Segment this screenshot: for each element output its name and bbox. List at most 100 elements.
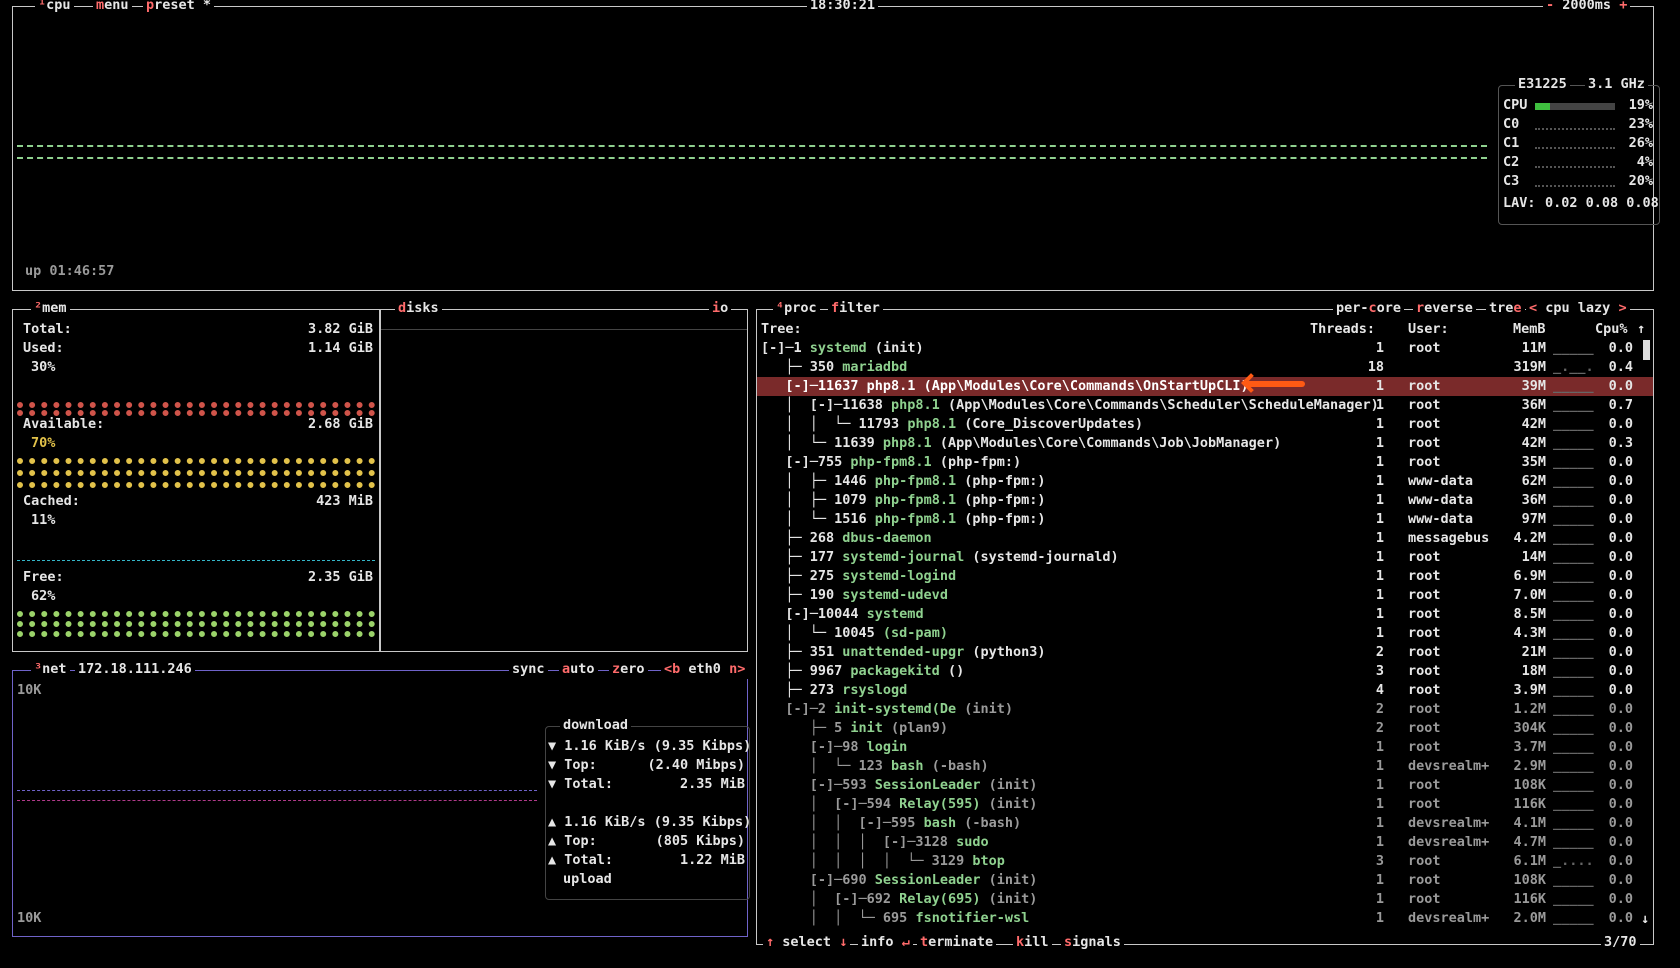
process-row[interactable]: [-]─2 init-systemd(De (init) 2 root 1.2M ___… bbox=[757, 700, 1653, 719]
process-row[interactable]: ├─ 273 rsyslogd 4 root 3.9M _____ 0.0 bbox=[757, 681, 1653, 700]
refresh-decrease[interactable]: - bbox=[1546, 0, 1554, 13]
process-row[interactable]: ├─ 177 systemd-journal (systemd-journald… bbox=[757, 548, 1653, 567]
process-row[interactable]: │ │ [-]─595 bash (-bash) 1 devsrealm+ 4.1M _… bbox=[757, 814, 1653, 833]
net-sync-toggle[interactable]: sync bbox=[509, 660, 548, 679]
process-tree-cell: ├─ 268 dbus-daemon bbox=[761, 529, 931, 548]
process-row[interactable]: │ └─ 1516 php-fpm8.1 (php-fpm:) 1 www-data… bbox=[757, 510, 1653, 529]
process-row[interactable]: [-]─593 SessionLeader (init) 1 root 108K ___… bbox=[757, 776, 1653, 795]
process-row[interactable]: │ │ │ │ └─ 3129 btop 3 root 6.1M _.... 0.0 bbox=[757, 852, 1653, 871]
process-threads: 1 bbox=[1375, 739, 1384, 755]
tree-toggle[interactable]: tree bbox=[1486, 299, 1525, 318]
cpu-model: E31225 bbox=[1515, 75, 1570, 94]
refresh-increase[interactable]: + bbox=[1619, 0, 1627, 13]
process-spark: _____ bbox=[1553, 910, 1594, 926]
process-row[interactable]: │ [-]─11638 php8.1 (App\Modules\Core\Com… bbox=[757, 396, 1653, 415]
interface-next[interactable]: n> bbox=[729, 661, 745, 677]
process-row[interactable]: │ └─ 123 bash (-bash) 1 devsrealm+ 2.9M ____… bbox=[757, 757, 1653, 776]
process-row[interactable]: │ ├─ 1446 php-fpm8.1 (php-fpm:) 1 www-data… bbox=[757, 472, 1653, 491]
mem-free-pct: 62% bbox=[31, 588, 56, 604]
process-user: root bbox=[1408, 340, 1441, 356]
process-args: (App\Modules\Core\Commands\Scheduler\Sch… bbox=[939, 397, 1379, 413]
footer-terminate[interactable]: terminate bbox=[917, 933, 997, 952]
process-tree-cell: │ └─ 10045 (sd-pam) bbox=[761, 624, 948, 643]
process-user: devsrealm+ bbox=[1408, 834, 1490, 850]
scroll-down-icon[interactable]: ↓ bbox=[1641, 910, 1649, 929]
proc-scrollbar-thumb[interactable] bbox=[1643, 340, 1650, 360]
disks-io-toggle[interactable]: io bbox=[709, 299, 732, 318]
process-row[interactable]: [-]─690 SessionLeader (init) 1 root 108K ___… bbox=[757, 871, 1653, 890]
process-row[interactable]: ├─ 275 systemd-logind 1 root 6.9M _____ 0.0 bbox=[757, 567, 1653, 586]
interface-prev[interactable]: <b bbox=[664, 661, 680, 677]
load-average-value: 0.02 0.08 0.08 bbox=[1545, 195, 1659, 211]
net-zero-toggle[interactable]: zero bbox=[609, 660, 648, 679]
sort-prev[interactable]: < bbox=[1529, 300, 1537, 316]
download-top-value: (2.40 Mibps) bbox=[647, 757, 745, 773]
process-row[interactable]: [-]─98 login 1 root 3.7M _____ 0.0 bbox=[757, 738, 1653, 757]
footer-info[interactable]: info ↵ bbox=[858, 933, 913, 952]
process-cpu: 0.0 bbox=[1608, 378, 1633, 394]
process-name: php-fpm8.1 bbox=[874, 492, 957, 508]
process-row[interactable]: │ └─ 11639 php8.1 (App\Modules\Core\Comm… bbox=[757, 434, 1653, 453]
process-tree-cell: [-]─1 systemd (init) bbox=[761, 339, 924, 358]
cpu-core-percent: 4% bbox=[1636, 154, 1653, 170]
disks-title[interactable]: disks bbox=[395, 299, 442, 318]
process-spark: _____ bbox=[1553, 777, 1594, 793]
refresh-interval[interactable]: - 2000ms + bbox=[1543, 0, 1631, 15]
reverse-toggle[interactable]: reverse bbox=[1413, 299, 1476, 318]
sort-selector[interactable]: < cpu lazy > bbox=[1526, 299, 1630, 318]
process-name: systemd-journal bbox=[842, 549, 965, 565]
process-threads: 1 bbox=[1375, 758, 1384, 774]
process-row[interactable]: [-]─755 php-fpm8.1 (php-fpm:) 1 root 35M ___… bbox=[757, 453, 1653, 472]
process-tree-prefix: ├─ 190 bbox=[761, 587, 843, 603]
proc-filter[interactable]: filter bbox=[828, 299, 883, 318]
net-auto-toggle[interactable]: auto bbox=[559, 660, 598, 679]
process-threads: 1 bbox=[1375, 872, 1384, 888]
process-row[interactable]: ├─ 9967 packagekitd () 3 root 18M _____ 0.0 bbox=[757, 662, 1653, 681]
process-mem: 62M bbox=[1521, 473, 1546, 489]
process-row[interactable]: ├─ 351 unattended-upgr (python3) 2 root 21M… bbox=[757, 643, 1653, 662]
process-cpu: 0.0 bbox=[1608, 530, 1633, 546]
process-row[interactable]: [-]─1 systemd (init) 1 root 11M _____ 0.0 bbox=[757, 339, 1653, 358]
process-row-selected[interactable]: [-]─11637 php8.1 (App\Modules\Core\Comma… bbox=[757, 377, 1653, 396]
net-title: ³net bbox=[31, 660, 70, 679]
process-name: rsyslogd bbox=[842, 682, 908, 698]
process-row[interactable]: │ │ │ [-]─3128 sudo 1 devsrealm+ 4.7M _____ 0… bbox=[757, 833, 1653, 852]
process-mem: 36M bbox=[1521, 397, 1546, 413]
process-row[interactable]: │ [-]─692 Relay(695) (init) 1 root 116K ____… bbox=[757, 890, 1653, 909]
preset-tab[interactable]: preset * bbox=[143, 0, 215, 15]
process-row[interactable]: │ │ └─ 11793 php8.1 (Core_DiscoverUpdate… bbox=[757, 415, 1653, 434]
cpu-usage-graph bbox=[17, 137, 1487, 177]
process-tree-cell: │ [-]─594 Relay(595) (init) bbox=[761, 795, 1038, 814]
process-row[interactable]: │ └─ 10045 (sd-pam) 1 root 4.3M _____ 0.0 bbox=[757, 624, 1653, 643]
process-user: root bbox=[1408, 435, 1441, 451]
process-row[interactable]: ├─ 350 mariadbd 18 319M _.__. 0.4 bbox=[757, 358, 1653, 377]
process-row[interactable]: ├─ 190 systemd-udevd 1 root 7.0M _____ 0.0 bbox=[757, 586, 1653, 605]
process-threads: 3 bbox=[1375, 663, 1384, 679]
net-scale-top: 10K bbox=[17, 682, 42, 698]
process-mem: 42M bbox=[1521, 416, 1546, 432]
process-row[interactable]: │ │ └─ 695 fsnotifier-wsl 1 devsrealm+ 2.0M… bbox=[757, 909, 1653, 928]
process-row[interactable]: │ [-]─594 Relay(595) (init) 1 root 116K ____… bbox=[757, 795, 1653, 814]
sort-next[interactable]: > bbox=[1618, 300, 1626, 316]
cpu-tab[interactable]: ¹cpu bbox=[35, 0, 74, 15]
process-cpu: 0.0 bbox=[1608, 796, 1633, 812]
process-tree-cell: ├─ 5 init (plan9) bbox=[761, 719, 948, 738]
menu-tab[interactable]: menu bbox=[93, 0, 132, 15]
process-mem: 4.1M bbox=[1513, 815, 1546, 831]
process-threads: 1 bbox=[1375, 435, 1384, 451]
footer-kill[interactable]: kill bbox=[1013, 933, 1052, 952]
footer-select[interactable]: ↑ select ↓ bbox=[763, 933, 851, 952]
net-interface-selector[interactable]: <b eth0 n> bbox=[661, 660, 749, 679]
process-row[interactable]: │ ├─ 1079 php-fpm8.1 (php-fpm:) 1 www-data… bbox=[757, 491, 1653, 510]
process-row[interactable]: ├─ 5 init (plan9) 2 root 304K _____ 0.0 bbox=[757, 719, 1653, 738]
process-mem: 108K bbox=[1513, 872, 1546, 888]
per-core-toggle[interactable]: per-core bbox=[1333, 299, 1405, 318]
process-row[interactable]: [-]─10044 systemd 1 root 8.5M _____ 0.0 bbox=[757, 605, 1653, 624]
process-name: bash bbox=[891, 758, 924, 774]
net-ip: 172.18.111.246 bbox=[75, 660, 195, 679]
process-row[interactable]: ├─ 268 dbus-daemon 1 messagebus 4.2M _____ 0.… bbox=[757, 529, 1653, 548]
footer-signals[interactable]: signals bbox=[1061, 933, 1124, 952]
mem-used: Used: 1.14 GiB bbox=[23, 340, 373, 356]
process-tree-prefix: │ │ │ [-]─3128 bbox=[761, 834, 957, 850]
process-tree-cell: │ ├─ 1079 php-fpm8.1 (php-fpm:) bbox=[761, 491, 1045, 510]
